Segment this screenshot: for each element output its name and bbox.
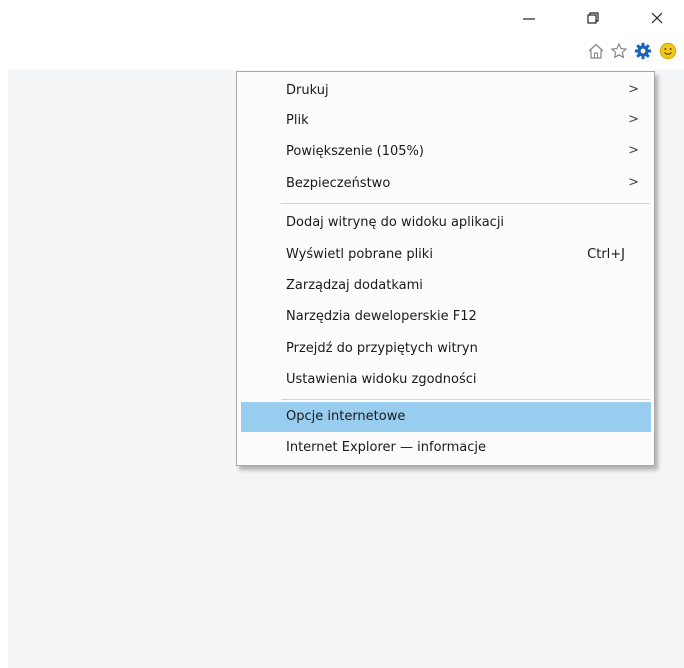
menu-item-compatibility-view[interactable]: Ustawienia widoku zgodności	[241, 365, 651, 395]
menu-item-label: Plik	[286, 113, 309, 128]
menu-item-label: Dodaj witrynę do widoku aplikacji	[286, 215, 505, 230]
menu-item-add-site-to-apps[interactable]: Dodaj witrynę do widoku aplikacji	[241, 208, 651, 238]
menu-item-label: Ustawienia widoku zgodności	[286, 372, 477, 387]
menu-item-about-ie[interactable]: Internet Explorer — informacje	[241, 433, 651, 463]
menu-item-file[interactable]: Plik >	[241, 106, 651, 136]
menu-item-label: Wyświetl pobrane pliki	[286, 247, 433, 262]
gear-icon	[634, 42, 652, 64]
star-icon	[610, 42, 628, 64]
menu-item-shortcut: Ctrl+J	[587, 247, 625, 262]
menu-item-internet-options[interactable]: Opcje internetowe	[241, 402, 651, 432]
menu-item-label: Internet Explorer — informacje	[286, 440, 487, 455]
submenu-arrow-icon: >	[628, 175, 639, 190]
menu-item-label: Powiększenie (105%)	[286, 144, 424, 159]
menu-item-view-downloads[interactable]: Wyświetl pobrane pliki Ctrl+J	[241, 240, 651, 270]
menu-item-label: Przejdź do przypiętych witryn	[286, 341, 478, 356]
tools-menu: Drukuj > Plik > Powiększenie (105%) > Be…	[236, 71, 655, 466]
submenu-arrow-icon: >	[628, 82, 639, 97]
home-icon	[587, 42, 605, 64]
menu-item-label: Narzędzia deweloperskie F12	[286, 309, 477, 324]
menu-item-label: Drukuj	[286, 83, 329, 98]
menu-item-safety[interactable]: Bezpieczeństwo >	[241, 169, 651, 199]
favorites-button[interactable]	[609, 43, 629, 63]
menu-item-developer-tools[interactable]: Narzędzia deweloperskie F12	[241, 302, 651, 332]
menu-item-label: Bezpieczeństwo	[286, 176, 391, 191]
menu-item-label: Zarządzaj dodatkami	[286, 278, 423, 293]
tools-button[interactable]	[633, 42, 653, 64]
home-button[interactable]	[586, 43, 606, 63]
restore-icon	[586, 11, 600, 25]
menu-separator	[281, 399, 650, 400]
menu-item-manage-addons[interactable]: Zarządzaj dodatkami	[241, 271, 651, 301]
feedback-button[interactable]	[658, 42, 678, 64]
submenu-arrow-icon: >	[628, 112, 639, 127]
menu-item-label: Opcje internetowe	[286, 409, 406, 424]
menu-item-pinned-sites[interactable]: Przejdź do przypiętych witryn	[241, 334, 651, 364]
restore-button[interactable]	[580, 6, 606, 30]
submenu-arrow-icon: >	[628, 143, 639, 158]
smiley-icon	[659, 42, 677, 64]
minimize-icon	[522, 11, 536, 25]
close-icon	[650, 11, 664, 25]
close-button[interactable]	[644, 6, 670, 30]
menu-item-zoom[interactable]: Powiększenie (105%) >	[241, 137, 651, 167]
menu-separator	[281, 203, 650, 204]
minimize-button[interactable]	[516, 6, 542, 30]
menu-item-print[interactable]: Drukuj >	[241, 76, 651, 106]
command-toolbar	[0, 36, 684, 70]
title-bar	[0, 0, 684, 36]
